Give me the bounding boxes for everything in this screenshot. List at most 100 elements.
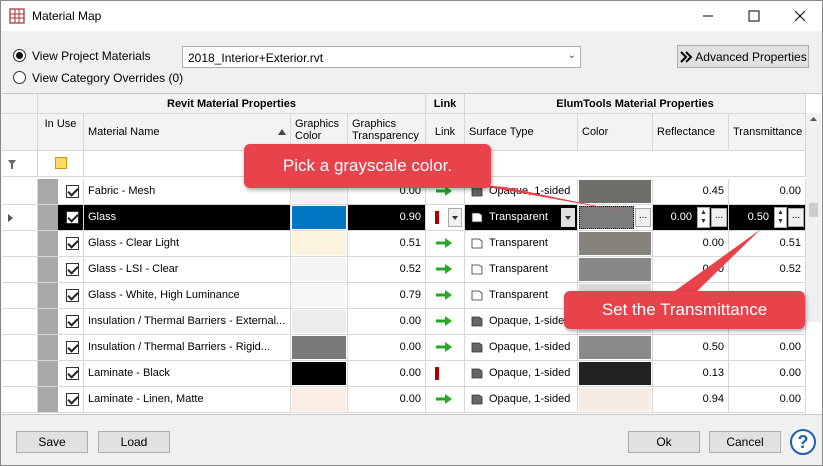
row-header[interactable]	[2, 309, 38, 335]
table-row[interactable]: Laminate - Linen, Matte 0.00 Opaque, 1-sid…	[2, 387, 806, 413]
row-surface-type[interactable]: Transparent	[465, 283, 578, 309]
row-surface-type[interactable]: Opaque, 1-sided	[465, 335, 578, 361]
row-in-use-cell[interactable]	[38, 309, 84, 335]
row-surface-type[interactable]: Transparent	[465, 231, 578, 257]
row-in-use-cell[interactable]	[38, 387, 84, 413]
project-file-dropdown[interactable]: 2018_Interior+Exterior.rvt ⌄	[182, 46, 581, 68]
column-header-color[interactable]: Color	[578, 114, 653, 151]
row-reflectance[interactable]: 0.00	[653, 231, 729, 257]
link-dropdown-button[interactable]	[448, 208, 462, 227]
view-category-overrides-radio[interactable]	[13, 71, 26, 84]
elum-color-swatch	[579, 362, 651, 385]
reflectance-spinner[interactable]: ▲ ▼	[697, 207, 710, 228]
row-header[interactable]	[2, 283, 38, 309]
filter-in-use[interactable]	[38, 151, 84, 177]
close-button[interactable]	[777, 1, 823, 31]
title-bar: Material Map	[1, 1, 822, 31]
table-row[interactable]: Glass 0.90 Transparent... 0.00 ▲ ▼... 0.50 ▲ ▼..…	[2, 205, 806, 231]
row-in-use-cell[interactable]	[38, 179, 84, 205]
table-row[interactable]: Laminate - Black 0.00 Opaque, 1-sided 0.13 0…	[2, 361, 806, 387]
row-transmittance[interactable]: 0.51	[729, 231, 806, 257]
row-in-use-cell[interactable]	[38, 205, 84, 231]
row-header[interactable]	[2, 387, 38, 413]
load-button[interactable]: Load	[98, 431, 170, 453]
row-reflectance[interactable]: 0.13	[653, 361, 729, 387]
row-link-cell[interactable]	[426, 335, 465, 361]
row-in-use-cell[interactable]	[38, 335, 84, 361]
row-transmittance[interactable]: 0.50 ▲ ▼...	[729, 205, 806, 231]
table-row[interactable]: Insulation / Thermal Barriers - Rigid...…	[2, 335, 806, 361]
row-header[interactable]	[2, 231, 38, 257]
cancel-button[interactable]: Cancel	[709, 431, 781, 453]
row-transmittance[interactable]: 0.00	[729, 179, 806, 205]
row-elum-color[interactable]	[578, 231, 653, 257]
in-use-checkbox[interactable]	[66, 263, 79, 276]
row-reflectance[interactable]: 0.94	[653, 387, 729, 413]
column-header-transmittance[interactable]: Transmittance	[729, 114, 806, 151]
transmittance-more-button[interactable]: ...	[788, 208, 804, 227]
row-surface-type[interactable]: Opaque, 1-sided	[465, 387, 578, 413]
maximize-button[interactable]	[731, 1, 777, 31]
row-transmittance[interactable]: 0.00	[729, 361, 806, 387]
transmittance-spinner[interactable]: ▲ ▼	[774, 207, 787, 228]
row-elum-color[interactable]	[578, 361, 653, 387]
in-use-checkbox[interactable]	[66, 211, 79, 224]
row-link-cell[interactable]	[426, 257, 465, 283]
row-reflectance[interactable]: 0.45	[653, 179, 729, 205]
save-button[interactable]: Save	[16, 431, 88, 453]
row-in-use-cell[interactable]	[38, 361, 84, 387]
row-elum-color[interactable]	[578, 257, 653, 283]
advanced-properties-button[interactable]: Advanced Properties	[677, 45, 809, 68]
row-surface-type[interactable]: Transparent	[465, 205, 578, 231]
in-use-checkbox[interactable]	[66, 237, 79, 250]
row-elum-color[interactable]	[578, 179, 653, 205]
row-elum-color[interactable]: ...	[578, 205, 653, 231]
help-icon[interactable]: ?	[790, 429, 816, 455]
row-surface-type[interactable]: Transparent	[465, 257, 578, 283]
in-use-checkbox[interactable]	[66, 341, 79, 354]
view-project-materials-radio[interactable]	[13, 49, 26, 62]
in-use-checkbox[interactable]	[66, 393, 79, 406]
row-in-use-cell[interactable]	[38, 283, 84, 309]
row-transmittance[interactable]: 0.00	[729, 387, 806, 413]
row-link-cell[interactable]	[426, 205, 465, 231]
row-link-cell[interactable]	[426, 231, 465, 257]
surface-type-dropdown-button[interactable]	[561, 208, 575, 227]
in-use-checkbox[interactable]	[66, 315, 79, 328]
row-header[interactable]	[2, 361, 38, 387]
row-elum-color[interactable]	[578, 387, 653, 413]
scrollbar-thumb[interactable]	[809, 203, 818, 217]
row-transmittance[interactable]: 0.00	[729, 335, 806, 361]
column-header-reflectance[interactable]: Reflectance	[653, 114, 729, 151]
row-transmittance[interactable]: 0.52	[729, 257, 806, 283]
material-map-app-icon	[9, 8, 25, 24]
table-row[interactable]: Glass - LSI - Clear 0.52 Transparent 0.00 0.…	[2, 257, 806, 283]
row-in-use-cell[interactable]	[38, 257, 84, 283]
reflectance-more-button[interactable]: ...	[711, 208, 727, 227]
row-header[interactable]	[2, 179, 38, 205]
row-elum-color[interactable]	[578, 335, 653, 361]
row-in-use-cell[interactable]	[38, 231, 84, 257]
row-reflectance[interactable]: 0.00 ▲ ▼...	[653, 205, 729, 231]
row-link-cell[interactable]	[426, 309, 465, 335]
row-header[interactable]	[2, 335, 38, 361]
row-header[interactable]	[2, 257, 38, 283]
row-link-cell[interactable]	[426, 387, 465, 413]
link-arrow-icon	[436, 342, 452, 352]
row-link-cell[interactable]	[426, 283, 465, 309]
column-header-in-use[interactable]: In Use	[38, 114, 84, 151]
table-row[interactable]: Glass - Clear Light 0.51 Transparent 0.00 0.…	[2, 231, 806, 257]
color-picker-button[interactable]: ...	[635, 208, 651, 227]
in-use-checkbox[interactable]	[66, 367, 79, 380]
row-surface-type[interactable]: Opaque, 1-sided	[465, 361, 578, 387]
row-header[interactable]	[2, 205, 38, 231]
ok-button[interactable]: Ok	[628, 431, 700, 453]
vertical-scrollbar[interactable]	[806, 113, 821, 322]
row-link-cell[interactable]	[426, 361, 465, 387]
row-reflectance[interactable]: 0.00	[653, 257, 729, 283]
in-use-checkbox[interactable]	[66, 289, 79, 302]
row-surface-type[interactable]: Opaque, 1-sided	[465, 309, 578, 335]
row-reflectance[interactable]: 0.50	[653, 335, 729, 361]
minimize-button[interactable]	[685, 1, 731, 31]
in-use-checkbox[interactable]	[66, 185, 79, 198]
